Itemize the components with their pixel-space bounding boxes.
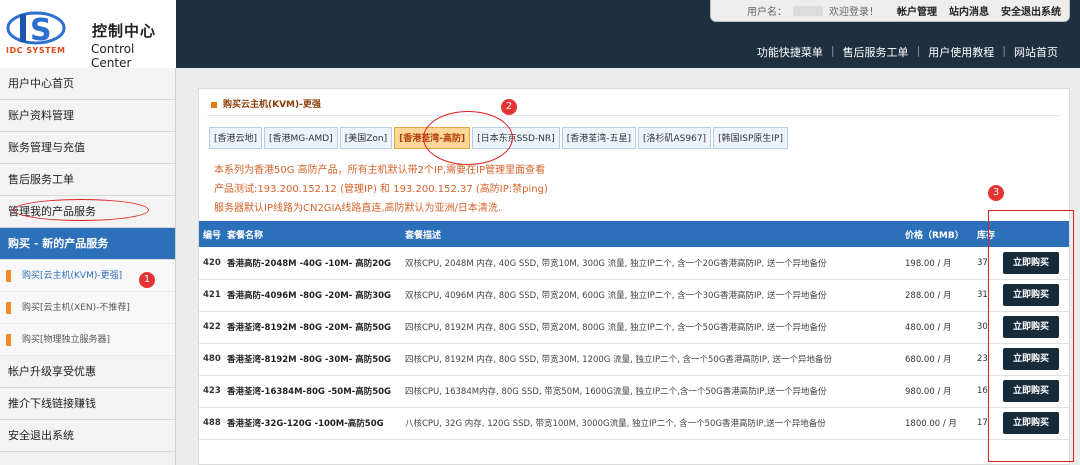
table-header-row: 编号 套餐名称 套餐描述 价格（RMB） 库存 bbox=[199, 221, 1069, 247]
plan-price: 288.00 / 月 bbox=[901, 279, 973, 312]
table-row: 420 香港高防-2048M -40G -10M- 高防20G 双核CPU, 2… bbox=[199, 247, 1069, 280]
nav-quick-menu[interactable]: 功能快捷菜单 bbox=[749, 44, 831, 60]
plan-desc: 双核CPU, 2048M 内存, 40G SSD, 带宽10M, 300G 流量… bbox=[401, 247, 901, 280]
note-line: 产品测试:193.200.152.12 (管理IP) 和 193.200.152… bbox=[214, 184, 548, 195]
plan-price: 480.00 / 月 bbox=[901, 311, 973, 344]
content-area: 购买云主机(KVM)-更强 [香港云地] [香港MG-AMD] [美国Zon] … bbox=[176, 68, 1080, 465]
annotation-circle-sidebar bbox=[13, 199, 149, 221]
panel-title: 购买云主机(KVM)-更强 bbox=[211, 97, 321, 110]
sidebar-sub-buy-xen[interactable]: 购买[云主机(XEN)-不推荐] bbox=[0, 292, 175, 324]
plan-id: 421 bbox=[199, 279, 223, 312]
col-header-price: 价格（RMB） bbox=[901, 221, 973, 247]
plan-desc: 四核CPU, 16384M内存, 80G SSD, 带宽50M, 1600G流量… bbox=[401, 375, 901, 408]
top-user-bar: 用户名： 欢迎登录！ 帐户管理 站内消息 安全退出系统 bbox=[710, 0, 1070, 22]
plan-desc: 八核CPU, 32G 内存, 120G SSD, 带宽100M, 3000G流量… bbox=[401, 407, 901, 440]
account-management-link[interactable]: 帐户管理 bbox=[897, 3, 937, 18]
table-row: 422 香港荃湾-8192M -80G -20M- 高防50G 四核CPU, 8… bbox=[199, 311, 1069, 344]
product-notes: 本系列为香港50G 高防产品，所有主机默认带2个IP,需要在IP管理里面查看 产… bbox=[214, 161, 548, 218]
logo-subtitle: Control Center bbox=[91, 42, 135, 70]
sidebar-item-account-profile[interactable]: 账户资料管理 bbox=[0, 100, 175, 132]
note-line: 服务器默认IP线路为CN2GIA线路直连,高防默认为亚洲/日本清洗. bbox=[214, 203, 502, 214]
annotation-rect-buy-column bbox=[988, 210, 1074, 462]
plans-table: 编号 套餐名称 套餐描述 价格（RMB） 库存 420 香港高防-2048M -… bbox=[199, 221, 1069, 440]
sidebar-item-user-home[interactable]: 用户中心首页 bbox=[0, 68, 175, 100]
sidebar-item-support-tickets[interactable]: 售后服务工单 bbox=[0, 164, 175, 196]
sidebar-item-buy-new[interactable]: 购买 - 新的产品服务 bbox=[0, 228, 175, 260]
svg-text:S: S bbox=[30, 13, 52, 48]
annotation-badge-2: 2 bbox=[501, 99, 517, 115]
plan-id: 423 bbox=[199, 375, 223, 408]
sidebar-item-logout[interactable]: 安全退出系统 bbox=[0, 420, 175, 452]
plan-name: 香港荃湾-32G-120G -100M-高防50G bbox=[223, 407, 401, 440]
plan-name: 香港荃湾-16384M-80G -50M-高防50G bbox=[223, 375, 401, 408]
product-panel: 购买云主机(KVM)-更强 [香港云地] [香港MG-AMD] [美国Zon] … bbox=[198, 88, 1070, 465]
plan-id: 488 bbox=[199, 407, 223, 440]
plan-desc: 四核CPU, 8192M 内存, 80G SSD, 带宽20M, 800G 流量… bbox=[401, 311, 901, 344]
plan-desc: 双核CPU, 4096M 内存, 80G SSD, 带宽20M, 600G 流量… bbox=[401, 279, 901, 312]
table-row: 421 香港高防-4096M -80G -20M- 高防30G 双核CPU, 4… bbox=[199, 279, 1069, 312]
plan-desc: 四核CPU, 8192M 内存, 80G SSD, 带宽30M, 1200G 流… bbox=[401, 343, 901, 376]
divider bbox=[207, 115, 1061, 116]
sidebar-item-billing[interactable]: 账务管理与充值 bbox=[0, 132, 175, 164]
plan-price: 680.00 / 月 bbox=[901, 343, 973, 376]
table-row: 480 香港荃湾-8192M -80G -30M- 高防50G 四核CPU, 8… bbox=[199, 343, 1069, 376]
sidebar-item-referral[interactable]: 推介下线链接赚钱 bbox=[0, 388, 175, 420]
plan-name: 香港荃湾-8192M -80G -30M- 高防50G bbox=[223, 343, 401, 376]
plan-price: 1800.00 / 月 bbox=[901, 407, 973, 440]
sidebar-item-upgrade[interactable]: 帐户升级享受优惠 bbox=[0, 356, 175, 388]
tab-la-as967[interactable]: [洛杉矶AS967] bbox=[637, 127, 712, 149]
nav-user-tutorial[interactable]: 用户使用教程 bbox=[920, 44, 1002, 60]
tab-hk-mg-amd[interactable]: [香港MG-AMD] bbox=[264, 127, 338, 149]
main-nav: 功能快捷菜单 | 售后服务工单 | 用户使用教程 | 网站首页 bbox=[749, 44, 1066, 60]
plan-id: 422 bbox=[199, 311, 223, 344]
plan-name: 香港高防-2048M -40G -10M- 高防20G bbox=[223, 247, 401, 280]
header: S IDC SYSTEM 控制中心 Control Center 用户名： 欢迎… bbox=[0, 0, 1080, 70]
tab-kr-isp[interactable]: [韩国ISP原生IP] bbox=[713, 127, 788, 149]
plan-id: 480 bbox=[199, 343, 223, 376]
annotation-badge-3: 3 bbox=[988, 185, 1004, 201]
user-label: 用户名： bbox=[747, 7, 787, 18]
col-header-id: 编号 bbox=[199, 221, 223, 247]
tab-us-zon[interactable]: [美国Zon] bbox=[339, 127, 393, 149]
logo-brand: IDC SYSTEM bbox=[6, 46, 66, 55]
nav-support-tickets[interactable]: 售后服务工单 bbox=[835, 44, 917, 60]
col-header-name: 套餐名称 bbox=[223, 221, 401, 247]
annotation-badge-1: 1 bbox=[139, 272, 155, 288]
table-row: 423 香港荃湾-16384M-80G -50M-高防50G 四核CPU, 16… bbox=[199, 375, 1069, 408]
annotation-circle-tab bbox=[423, 111, 513, 165]
note-line: 本系列为香港50G 高防产品，所有主机默认带2个IP,需要在IP管理里面查看 bbox=[214, 165, 546, 176]
nav-home[interactable]: 网站首页 bbox=[1006, 44, 1066, 60]
logo[interactable]: S IDC SYSTEM 控制中心 Control Center bbox=[0, 0, 176, 70]
welcome-text: 欢迎登录！ bbox=[829, 7, 879, 18]
sidebar: 用户中心首页 账户资料管理 账务管理与充值 售后服务工单 管理我的产品服务 购买… bbox=[0, 68, 176, 465]
site-messages-link[interactable]: 站内消息 bbox=[949, 3, 989, 18]
logo-title: 控制中心 bbox=[92, 22, 157, 40]
tab-hk-cloud[interactable]: [香港云地] bbox=[209, 127, 263, 149]
plan-id: 420 bbox=[199, 247, 223, 280]
plan-price: 980.00 / 月 bbox=[901, 375, 973, 408]
sidebar-sub-buy-dedicated[interactable]: 购买[物理独立服务器] bbox=[0, 324, 175, 356]
tab-hk-tsuen-wan-5star[interactable]: [香港荃湾-五星] bbox=[561, 127, 636, 149]
logout-link[interactable]: 安全退出系统 bbox=[1001, 3, 1061, 18]
plan-name: 香港荃湾-8192M -80G -20M- 高防50G bbox=[223, 311, 401, 344]
table-row: 488 香港荃湾-32G-120G -100M-高防50G 八核CPU, 32G… bbox=[199, 407, 1069, 440]
col-header-desc: 套餐描述 bbox=[401, 221, 901, 247]
plan-price: 198.00 / 月 bbox=[901, 247, 973, 280]
plan-name: 香港高防-4096M -80G -20M- 高防30G bbox=[223, 279, 401, 312]
user-name-redacted bbox=[793, 5, 823, 16]
